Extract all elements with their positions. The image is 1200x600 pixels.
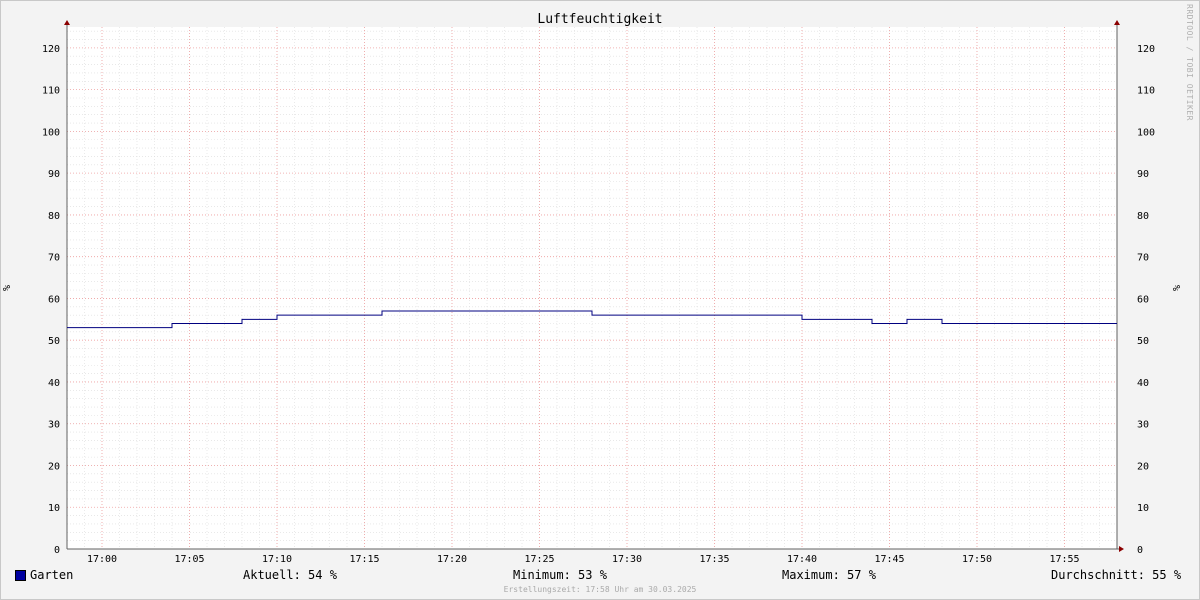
y-tick-label-left: 90: [48, 169, 60, 180]
y-axis-right-arrow: [1114, 20, 1120, 25]
y-tick-label-left: 50: [48, 336, 60, 347]
y-tick-label-left: 0: [54, 545, 60, 556]
x-axis-arrow: [1119, 546, 1124, 552]
legend-minimum: Minimum: 53 %: [513, 568, 607, 582]
legend-current: Aktuell: 54 %: [243, 568, 337, 582]
y-tick-label-left: 40: [48, 378, 60, 389]
y-tick-label-right: 110: [1137, 86, 1155, 97]
legend-maximum: Maximum: 57 %: [782, 568, 876, 582]
legend-series-name: Garten: [30, 568, 74, 582]
y-tick-label-right: 60: [1137, 294, 1149, 305]
rrdtool-watermark: RRDTOOL / TOBI OETIKER: [1185, 4, 1194, 121]
x-tick-label: 17:10: [262, 554, 292, 565]
y-tick-label-right: 100: [1137, 127, 1155, 138]
y-axis-label-right: %: [1172, 285, 1183, 291]
legend-swatch-garten: [15, 570, 26, 581]
x-tick-label: 17:15: [349, 554, 379, 565]
x-tick-label: 17:25: [524, 554, 554, 565]
x-tick-label: 17:00: [87, 554, 117, 565]
x-tick-label: 17:30: [612, 554, 642, 565]
y-tick-label-left: 10: [48, 503, 60, 514]
x-tick-label: 17:55: [1049, 554, 1079, 565]
chart-title: Luftfeuchtigkeit: [537, 12, 662, 27]
x-tick-label: 17:40: [787, 554, 817, 565]
y-tick-label-right: 20: [1137, 461, 1149, 472]
y-tick-label-right: 80: [1137, 211, 1149, 222]
y-tick-label-left: 70: [48, 253, 60, 264]
x-tick-label: 17:05: [174, 554, 204, 565]
y-axis-label-left: %: [2, 285, 13, 291]
legend-average: Durchschnitt: 55 %: [1051, 568, 1182, 582]
y-tick-label-left: 120: [42, 44, 60, 55]
y-tick-label-right: 30: [1137, 420, 1149, 431]
y-tick-label-left: 60: [48, 294, 60, 305]
humidity-chart: 17:00 17:05 17:10 17:15 17:20 17:25 17:30 17:35…: [2, 12, 1183, 565]
y-tick-label-left: 110: [42, 86, 60, 97]
y-tick-label-right: 50: [1137, 336, 1149, 347]
y-tick-label-left: 100: [42, 127, 60, 138]
x-tick-label: 17:35: [699, 554, 729, 565]
y-axis-left-arrow: [64, 20, 70, 25]
x-tick-label: 17:50: [962, 554, 992, 565]
x-tick-label: 17:45: [874, 554, 904, 565]
x-tick-label: 17:20: [437, 554, 467, 565]
y-tick-label-right: 90: [1137, 169, 1149, 180]
y-tick-label-right: 120: [1137, 44, 1155, 55]
y-tick-label-right: 0: [1137, 545, 1143, 556]
y-tick-label-right: 70: [1137, 253, 1149, 264]
creation-time-footer: Erstellungszeit: 17:58 Uhr am 30.03.2025: [503, 585, 697, 594]
y-tick-label-right: 40: [1137, 378, 1149, 389]
minor-grid: [66, 27, 1118, 550]
y-tick-label-left: 30: [48, 420, 60, 431]
y-tick-label-left: 20: [48, 461, 60, 472]
y-tick-label-right: 10: [1137, 503, 1149, 514]
y-tick-label-left: 80: [48, 211, 60, 222]
